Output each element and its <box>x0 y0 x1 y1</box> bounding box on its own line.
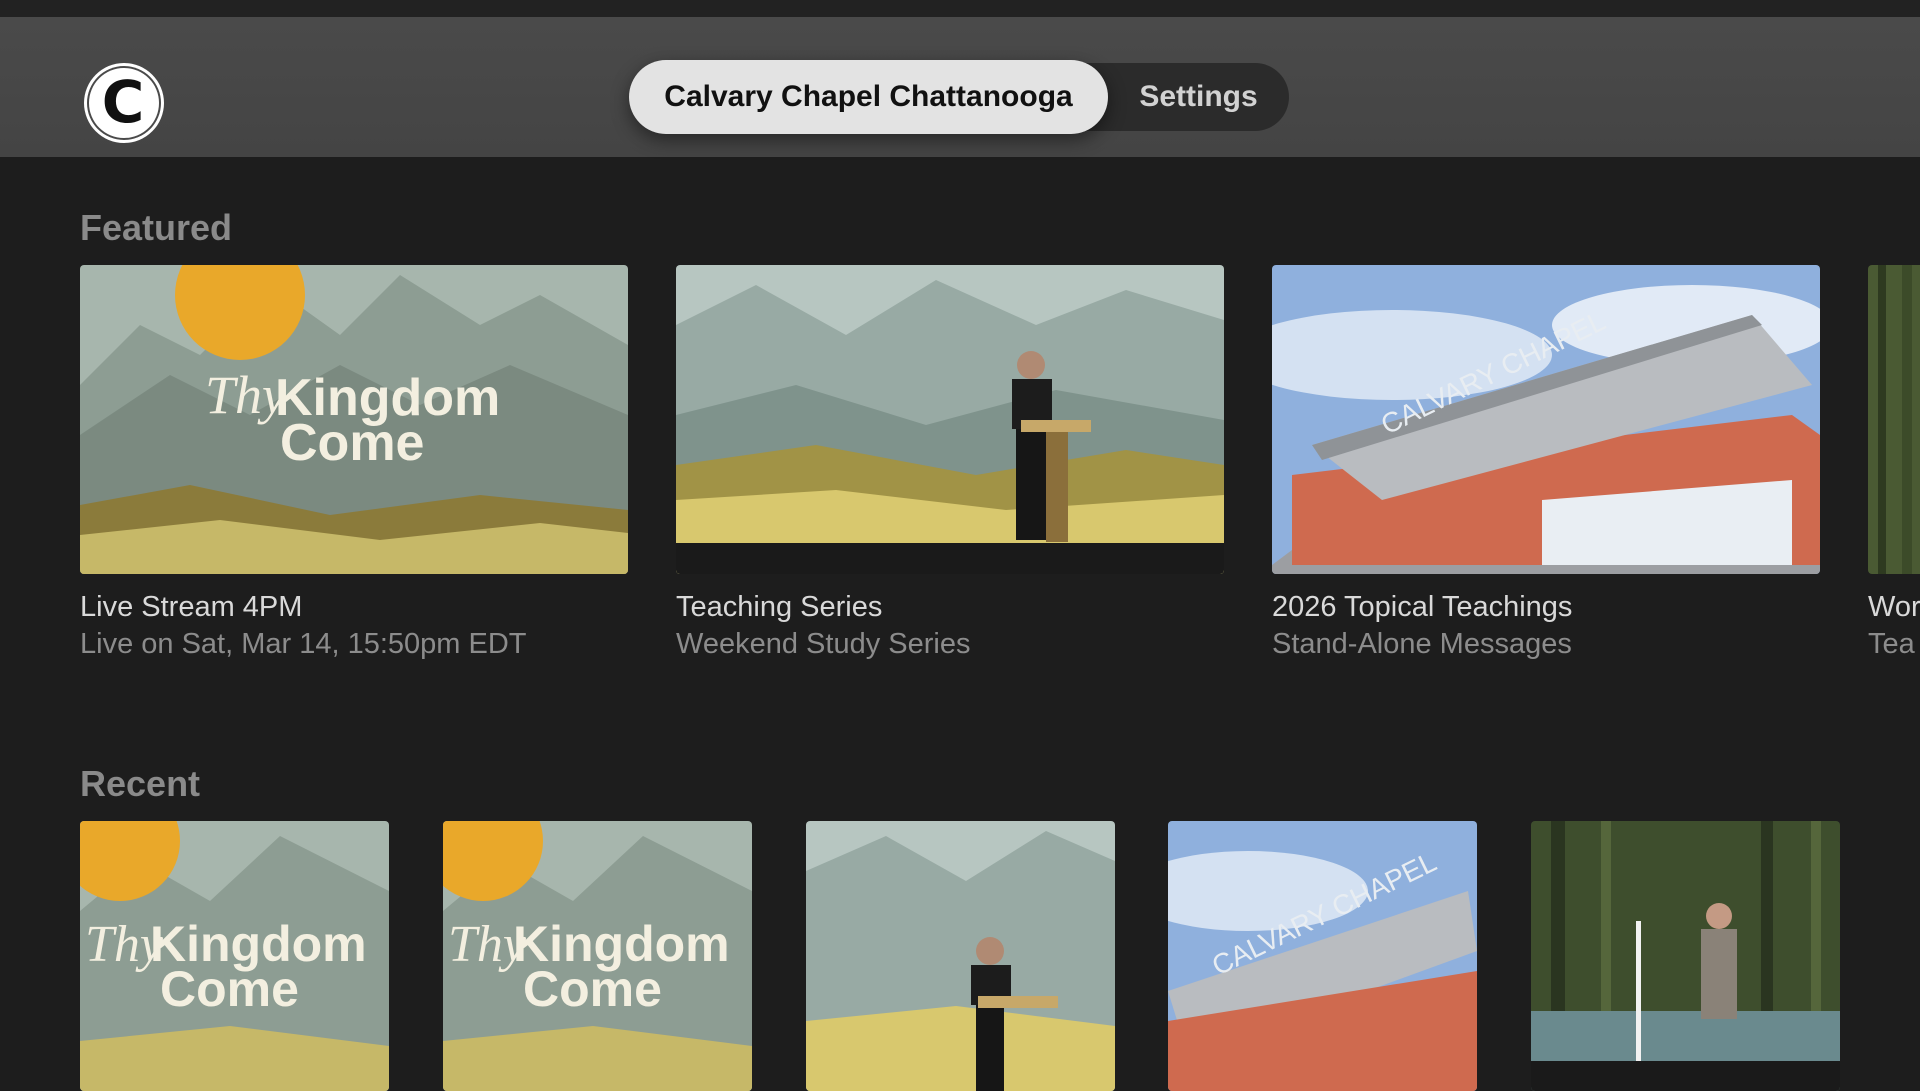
art-come-text: Come <box>280 414 424 472</box>
art-come-text: Come <box>523 961 662 1017</box>
logo-letter: C <box>102 73 145 131</box>
card-thumbnail: Thy Kingdom Come <box>80 265 628 574</box>
featured-card-teaching-series[interactable]: Teaching Series Weekend Study Series <box>676 265 1224 665</box>
church-logo-icon[interactable]: C <box>89 68 159 138</box>
recent-card[interactable]: Thy Kingdom Come <box>443 821 752 1080</box>
card-thumbnail: CALVARY CHAPEL <box>1272 265 1820 574</box>
card-thumbnail: Thy Kingdom Come <box>80 821 389 1091</box>
art-come-text: Come <box>160 961 299 1017</box>
card-title: Live Stream 4PM <box>80 591 302 624</box>
recent-card[interactable] <box>1531 821 1840 1080</box>
card-thumbnail <box>806 821 1115 1091</box>
recent-card[interactable] <box>806 821 1115 1080</box>
top-navigation-bar: C Calvary Chapel Chattanooga Settings <box>0 17 1920 157</box>
featured-card-topical-teachings[interactable]: CALVARY CHAPEL 2026 Topical Teachings St… <box>1272 265 1820 665</box>
featured-card-live-stream[interactable]: Thy Kingdom Come Live Stream 4PM Live on… <box>80 265 628 665</box>
tab-settings[interactable]: Settings <box>1108 63 1289 131</box>
card-thumbnail <box>1868 265 1920 574</box>
card-subtitle: Tea <box>1868 628 1915 661</box>
card-subtitle: Stand-Alone Messages <box>1272 628 1572 661</box>
featured-card-partial[interactable]: Wor Tea <box>1868 265 1920 665</box>
tab-bar: Calvary Chapel Chattanooga Settings <box>629 63 1289 131</box>
card-thumbnail: CALVARY CHAPEL <box>1168 821 1477 1091</box>
card-thumbnail <box>676 265 1224 574</box>
tab-calvary-chapel-chattanooga[interactable]: Calvary Chapel Chattanooga <box>629 60 1108 134</box>
recent-section-title: Recent <box>80 763 200 805</box>
card-subtitle: Live on Sat, Mar 14, 15:50pm EDT <box>80 628 527 661</box>
recent-card[interactable]: Thy Kingdom Come <box>80 821 389 1080</box>
top-strip <box>0 0 1920 17</box>
art-thy-text: Thy <box>205 365 286 425</box>
card-title: Teaching Series <box>676 591 882 624</box>
card-title: 2026 Topical Teachings <box>1272 591 1572 624</box>
featured-section-title: Featured <box>80 207 232 249</box>
card-title: Wor <box>1868 591 1920 624</box>
card-thumbnail <box>1531 821 1840 1091</box>
card-subtitle: Weekend Study Series <box>676 628 970 661</box>
card-thumbnail: Thy Kingdom Come <box>443 821 752 1091</box>
recent-card[interactable]: CALVARY CHAPEL <box>1168 821 1477 1080</box>
